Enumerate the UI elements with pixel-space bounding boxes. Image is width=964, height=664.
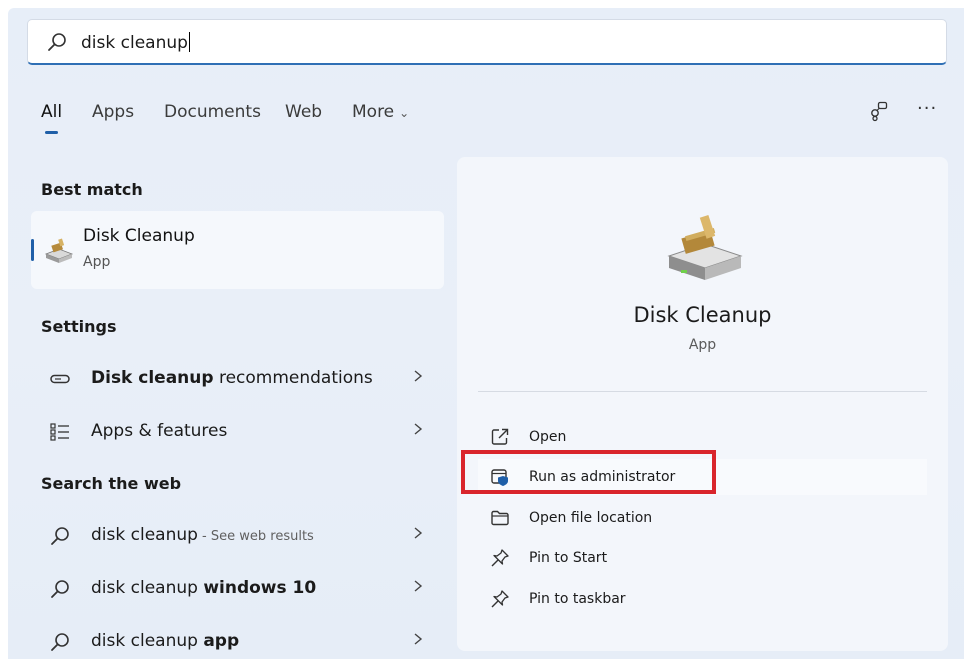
chevron-right-icon xyxy=(414,580,423,592)
share-icon[interactable] xyxy=(869,100,889,122)
disk-cleanup-icon xyxy=(667,214,743,280)
open-icon xyxy=(491,428,509,445)
best-match-subtitle: App xyxy=(83,254,111,270)
action-label: Open xyxy=(529,429,567,445)
preview-subtitle: App xyxy=(688,337,717,353)
chevron-right-icon xyxy=(414,527,423,539)
web-result-label: disk cleanup - See web results xyxy=(91,525,314,545)
selection-indicator xyxy=(31,239,34,261)
pin-icon xyxy=(491,549,509,567)
best-match-title: Disk Cleanup xyxy=(83,226,195,246)
settings-heading: Settings xyxy=(41,317,117,336)
web-result-disk-cleanup[interactable]: disk cleanup - See web results xyxy=(31,514,444,558)
tab-more[interactable]: More ⌄ xyxy=(352,102,409,122)
chevron-right-icon xyxy=(414,370,423,382)
tab-all[interactable]: All xyxy=(41,102,62,122)
search-input[interactable]: disk cleanup xyxy=(81,32,190,53)
active-tab-indicator xyxy=(45,131,58,134)
chevron-down-icon: ⌄ xyxy=(399,106,410,120)
settings-item-label: Apps & features xyxy=(91,421,228,441)
highlight-box xyxy=(461,450,716,494)
folder-icon xyxy=(491,510,509,526)
action-label: Pin to Start xyxy=(529,550,608,566)
tab-documents[interactable]: Documents xyxy=(164,102,261,122)
settings-item-apps-features[interactable]: Apps & features xyxy=(31,410,444,454)
storage-icon xyxy=(50,374,70,384)
best-match-result[interactable] xyxy=(31,211,444,289)
action-label: Open file location xyxy=(529,510,653,526)
pin-icon xyxy=(491,590,509,608)
web-result-label: disk cleanup windows 10 xyxy=(91,578,317,598)
search-icon xyxy=(51,527,69,545)
web-result-label: disk cleanup app xyxy=(91,631,240,651)
action-label: Pin to taskbar xyxy=(529,591,626,607)
action-pin-to-taskbar[interactable]: Pin to taskbar xyxy=(478,581,927,617)
apps-list-icon xyxy=(50,423,69,441)
search-box[interactable]: disk cleanup xyxy=(27,19,947,65)
divider xyxy=(478,391,927,392)
ellipsis-icon[interactable]: ··· xyxy=(917,98,937,119)
chevron-right-icon xyxy=(414,423,423,435)
tab-web[interactable]: Web xyxy=(285,102,322,122)
search-icon xyxy=(51,580,69,598)
search-icon xyxy=(51,633,69,651)
chevron-right-icon xyxy=(414,633,423,645)
settings-item-label: Disk cleanup recommendations xyxy=(91,368,373,388)
search-web-heading: Search the web xyxy=(41,474,182,493)
settings-item-disk-cleanup-recommendations[interactable]: Disk cleanup recommendations xyxy=(31,357,444,401)
web-result-disk-cleanup-app[interactable]: disk cleanup app xyxy=(31,620,444,664)
preview-title: Disk Cleanup xyxy=(633,303,772,327)
search-icon xyxy=(48,33,66,51)
tab-more-label: More xyxy=(352,102,395,122)
best-match-heading: Best match xyxy=(41,180,143,199)
disk-cleanup-icon xyxy=(44,238,74,263)
web-result-disk-cleanup-windows-10[interactable]: disk cleanup windows 10 xyxy=(31,567,444,611)
action-pin-to-start[interactable]: Pin to Start xyxy=(478,540,927,576)
tab-apps[interactable]: Apps xyxy=(92,102,134,122)
action-open-file-location[interactable]: Open file location xyxy=(478,500,927,536)
